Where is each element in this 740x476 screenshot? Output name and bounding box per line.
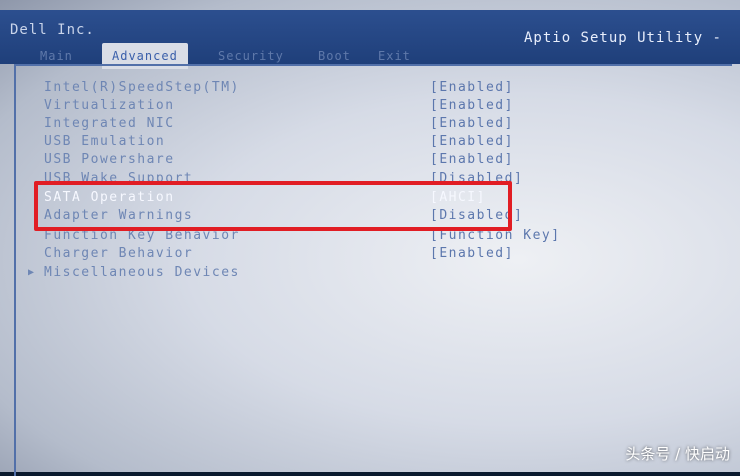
utility-title: Aptio Setup Utility - <box>523 30 722 46</box>
setting-value: [Enabled] <box>430 80 514 95</box>
setting-value: [Enabled] <box>430 152 514 167</box>
submenu-arrow-icon: ▶ <box>28 267 36 278</box>
setting-label: Miscellaneous Devices <box>44 265 240 280</box>
setting-value: [Enabled] <box>430 98 514 113</box>
title-bar: Dell Inc. Aptio Setup Utility - Main Adv… <box>0 10 740 69</box>
setting-label: Virtualization <box>44 98 175 113</box>
setting-label: Intel(R)SpeedStep(TM) <box>44 80 240 95</box>
setting-value: [Enabled] <box>430 246 514 261</box>
setting-value: [Enabled] <box>430 134 514 149</box>
bios-screen: Dell Inc. Aptio Setup Utility - Main Adv… <box>0 0 740 476</box>
setting-label: USB Powershare <box>44 152 175 167</box>
highlight-box <box>34 181 512 231</box>
watermark: 头条号 / 快启动 <box>625 445 730 463</box>
setting-label: Charger Behavior <box>44 246 194 261</box>
vendor-label: Dell Inc. <box>10 22 95 38</box>
setting-label: USB Emulation <box>44 134 166 149</box>
setting-label: Integrated NIC <box>44 116 175 131</box>
setting-value: [Enabled] <box>430 116 514 131</box>
